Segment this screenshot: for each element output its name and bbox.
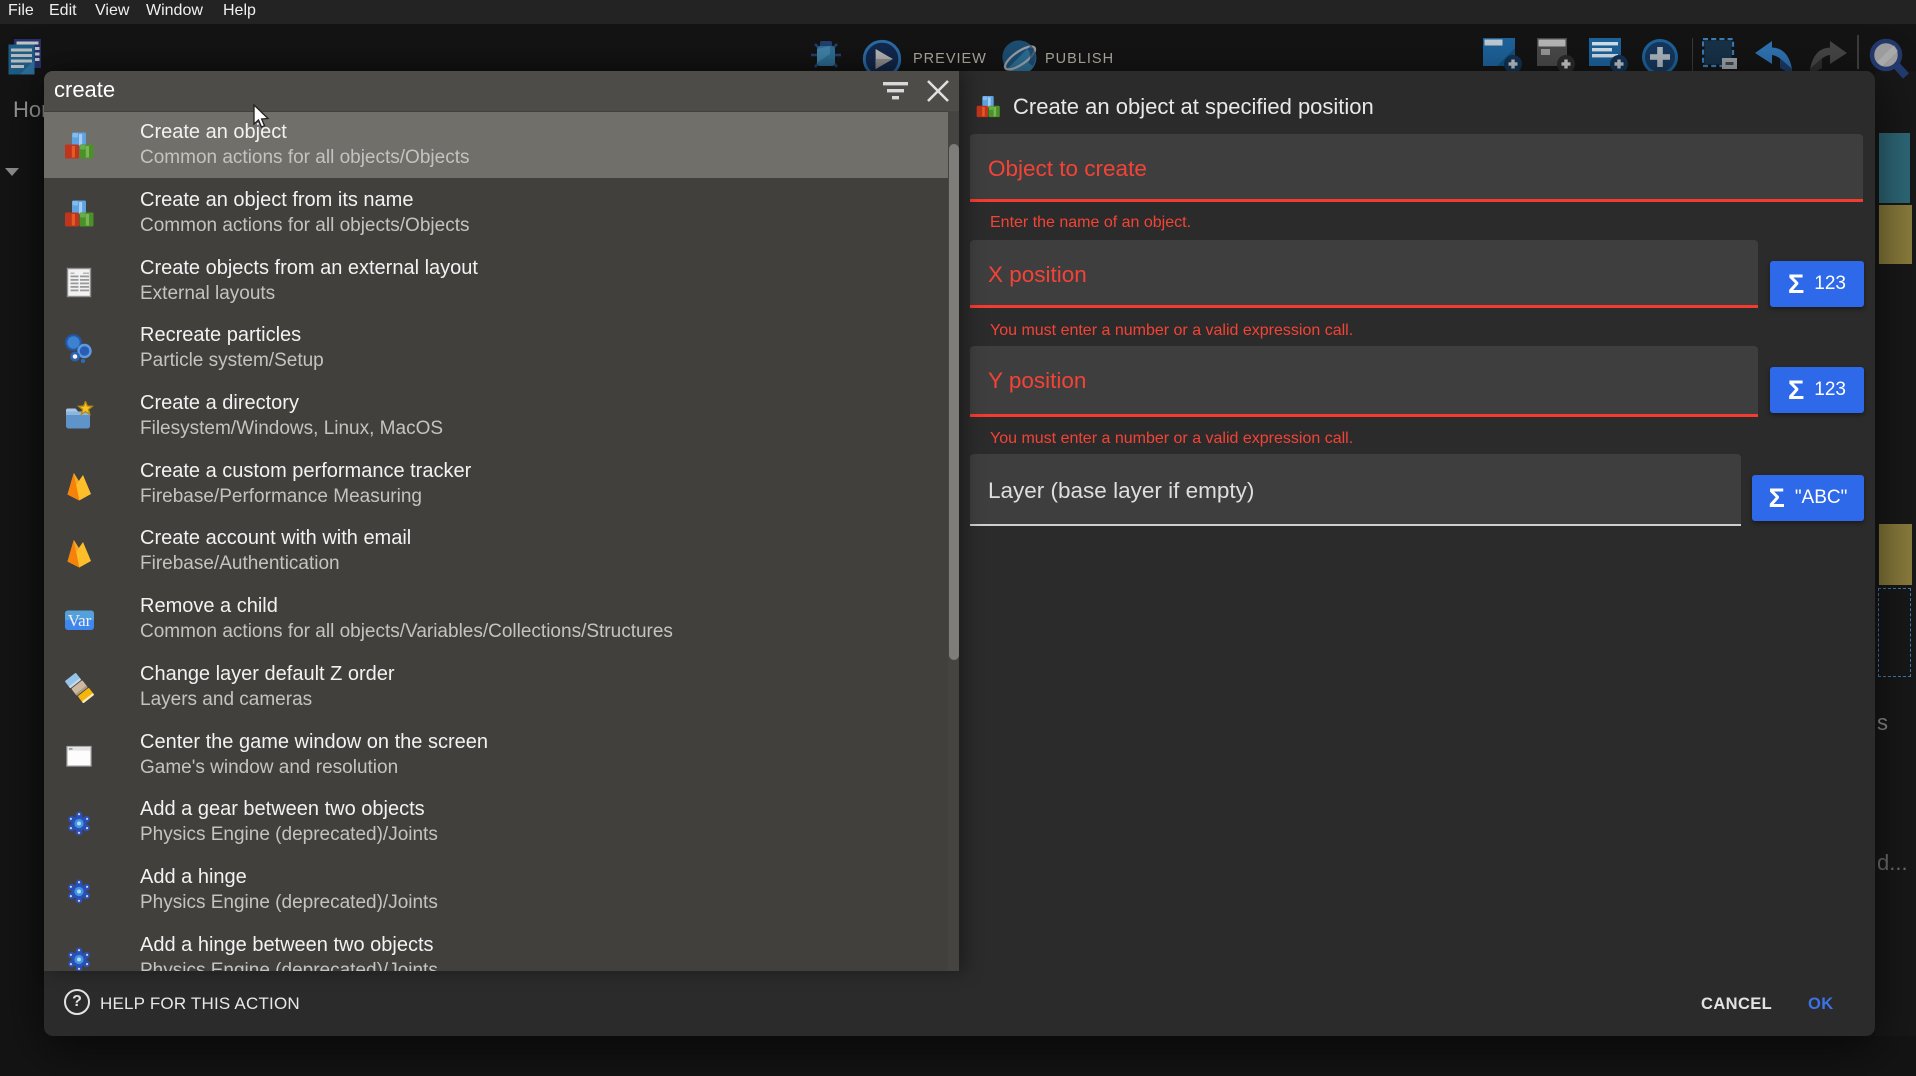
svg-text:Var: Var	[68, 611, 92, 630]
